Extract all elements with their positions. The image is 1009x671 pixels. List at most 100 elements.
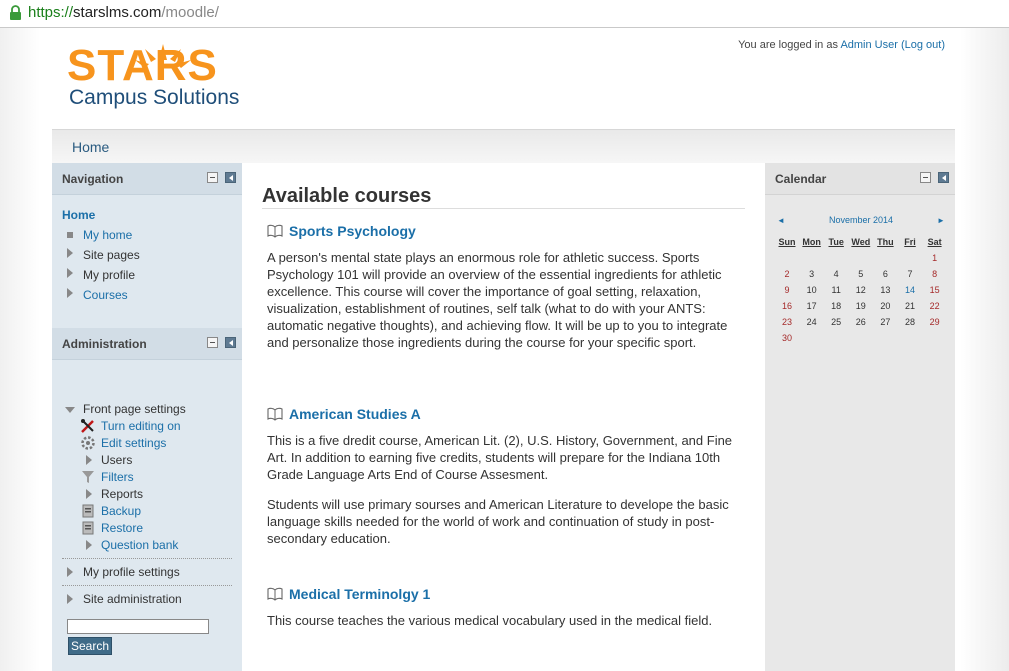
dock-icon[interactable] — [225, 337, 236, 348]
calendar-day[interactable]: 26 — [849, 317, 873, 327]
calendar-day[interactable]: 30 — [775, 333, 799, 343]
expand-arrow-icon[interactable] — [86, 540, 92, 550]
user-profile-link[interactable]: Admin User — [840, 39, 897, 51]
admin-search-input[interactable] — [67, 619, 209, 634]
site-administration[interactable]: Site administration — [83, 592, 182, 606]
calendar-next-button[interactable]: ► — [937, 216, 945, 225]
logo-subtext: Campus Solutions — [69, 86, 239, 109]
nav-my-home[interactable]: My home — [83, 228, 132, 242]
course-summary: This course teaches the various medical … — [267, 612, 745, 652]
question-bank-link[interactable]: Question bank — [101, 538, 178, 552]
course-summary-paragraph: This is a five dredit course, American L… — [267, 433, 733, 482]
collapse-arrow-icon[interactable] — [65, 407, 75, 413]
calendar-day[interactable]: 11 — [824, 285, 848, 295]
search-button[interactable]: Search — [68, 637, 113, 655]
url-text[interactable]: https://starslms.com/moodle/ — [28, 4, 219, 22]
moodle-page: STARS Campus Solutions You are logged in… — [52, 28, 955, 671]
course-summary-paragraph: This course teaches the various medical … — [267, 613, 713, 628]
my-profile-settings[interactable]: My profile settings — [83, 565, 180, 579]
nav-courses[interactable]: Courses — [83, 288, 128, 302]
calendar-day[interactable]: 22 — [923, 301, 947, 311]
lock-icon — [10, 5, 21, 20]
front-page-settings[interactable]: Front page settings — [83, 402, 186, 416]
nav-my-profile[interactable]: My profile — [83, 268, 135, 282]
minimize-icon[interactable] — [207, 172, 218, 183]
course-title-link[interactable]: American Studies A — [289, 406, 421, 422]
expand-arrow-icon[interactable] — [86, 455, 92, 465]
breadcrumb: Home — [52, 129, 955, 164]
administration-block-header: Administration — [52, 328, 242, 360]
calendar-day[interactable]: 21 — [898, 301, 922, 311]
calendar-day[interactable]: 19 — [849, 301, 873, 311]
turn-editing-on-link[interactable]: Turn editing on — [101, 419, 181, 433]
calendar-block-header: Calendar — [765, 163, 955, 195]
calendar-day[interactable]: 9 — [775, 285, 799, 295]
stars-logo[interactable]: STARS Campus Solutions — [67, 40, 262, 120]
administration-title: Administration — [62, 337, 147, 351]
page-header: STARS Campus Solutions You are logged in… — [52, 28, 955, 129]
expand-arrow-icon[interactable] — [67, 248, 73, 258]
calendar-day[interactable]: 28 — [898, 317, 922, 327]
calendar-day[interactable]: 4 — [824, 269, 848, 279]
divider — [62, 585, 232, 586]
restore-link[interactable]: Restore — [101, 521, 143, 535]
calendar-prev-button[interactable]: ◄ — [777, 216, 785, 225]
calendar-day[interactable]: 10 — [800, 285, 824, 295]
breadcrumb-home[interactable]: Home — [72, 139, 109, 155]
filters-link[interactable]: Filters — [101, 470, 134, 484]
calendar-month[interactable]: November 2014 — [775, 215, 947, 225]
page-title: Available courses — [262, 185, 432, 207]
course-summary: This is a five dredit course, American L… — [267, 432, 745, 582]
expand-arrow-icon[interactable] — [67, 567, 73, 577]
logout-link[interactable]: (Log out) — [901, 39, 945, 51]
course-title-link[interactable]: Sports Psychology — [289, 223, 416, 239]
backup-link[interactable]: Backup — [101, 504, 141, 518]
course-summary-paragraph: Students will use primary sourses and Am… — [267, 497, 729, 546]
minimize-icon[interactable] — [207, 337, 218, 348]
course-book-icon — [267, 224, 283, 238]
address-bar[interactable]: https://starslms.com/moodle/ — [0, 0, 1009, 28]
minimize-icon[interactable] — [920, 172, 931, 183]
course-summary-paragraph: A person's mental state plays an enormou… — [267, 250, 728, 350]
calendar-day[interactable]: 27 — [873, 317, 897, 327]
expand-arrow-icon[interactable] — [67, 268, 73, 278]
heading-divider — [262, 208, 745, 209]
calendar-day[interactable]: 29 — [923, 317, 947, 327]
expand-arrow-icon[interactable] — [67, 288, 73, 298]
reports-item[interactable]: Reports — [101, 487, 143, 501]
calendar-day[interactable]: 17 — [800, 301, 824, 311]
calendar-day[interactable]: 12 — [849, 285, 873, 295]
nav-home[interactable]: Home — [62, 208, 95, 222]
calendar-day[interactable]: 3 — [800, 269, 824, 279]
calendar-day[interactable]: 7 — [898, 269, 922, 279]
nav-site-pages[interactable]: Site pages — [83, 248, 140, 262]
calendar-day[interactable]: 24 — [800, 317, 824, 327]
course-book-icon — [267, 587, 283, 601]
calendar-day[interactable]: 14 — [898, 285, 922, 295]
edit-settings-link[interactable]: Edit settings — [101, 436, 166, 450]
expand-arrow-icon[interactable] — [86, 489, 92, 499]
calendar-day[interactable]: 13 — [873, 285, 897, 295]
expand-arrow-icon[interactable] — [67, 594, 73, 604]
users-item[interactable]: Users — [101, 453, 132, 467]
calendar-weekday: Mon — [802, 237, 821, 247]
navigation-block-header: Navigation — [52, 163, 242, 195]
calendar-day[interactable]: 2 — [775, 269, 799, 279]
calendar-day[interactable]: 6 — [873, 269, 897, 279]
calendar-day[interactable]: 5 — [849, 269, 873, 279]
calendar-title: Calendar — [775, 172, 827, 186]
calendar-day[interactable]: 23 — [775, 317, 799, 327]
calendar-day[interactable]: 1 — [923, 253, 947, 263]
dock-icon[interactable] — [225, 172, 236, 183]
calendar-day[interactable]: 18 — [824, 301, 848, 311]
calendar-day[interactable]: 8 — [923, 269, 947, 279]
calendar-day[interactable]: 16 — [775, 301, 799, 311]
course-title-link[interactable]: Medical Terminolgy 1 — [289, 586, 430, 602]
edit-tools-icon — [81, 419, 94, 433]
calendar-day[interactable]: 20 — [873, 301, 897, 311]
navigation-title: Navigation — [62, 172, 124, 186]
dock-icon[interactable] — [938, 172, 949, 183]
calendar-day[interactable]: 15 — [923, 285, 947, 295]
calendar-weekday: Sat — [927, 237, 942, 247]
calendar-day[interactable]: 25 — [824, 317, 848, 327]
